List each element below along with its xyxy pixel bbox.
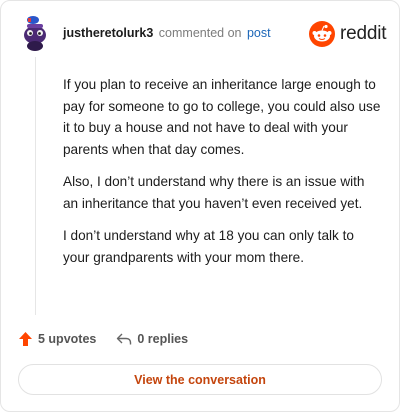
reddit-snoo-icon — [309, 21, 335, 47]
upvote-arrow-icon — [19, 332, 32, 346]
reddit-wordmark: reddit — [340, 23, 387, 44]
view-conversation-button[interactable]: View the conversation — [18, 364, 382, 395]
comment-paragraph-3: I don’t understand why at 18 you can onl… — [63, 228, 354, 265]
comment-actions: 5 upvotes 0 replies — [18, 331, 188, 347]
upvote-count: 5 upvotes — [38, 332, 97, 346]
upvote-button[interactable]: 5 upvotes — [18, 331, 96, 347]
comment-card: justheretolurk3 commented on post reddit… — [0, 0, 400, 412]
snoo-avatar-icon — [24, 16, 46, 51]
action-text: commented on — [158, 26, 242, 40]
reply-button[interactable]: 0 replies — [116, 332, 188, 346]
username-link[interactable]: justheretolurk3 — [63, 26, 153, 40]
post-link[interactable]: post — [247, 26, 271, 40]
comment-paragraph-2: Also, I don’t understand why there is an… — [63, 174, 365, 211]
reply-count: 0 replies — [137, 332, 189, 346]
reply-arrow-icon — [117, 333, 132, 345]
reddit-logo[interactable]: reddit — [309, 21, 387, 47]
comment-header: justheretolurk3 commented on post — [63, 26, 271, 40]
comment-paragraph-1: If you plan to receive an inheritance la… — [63, 77, 381, 157]
comment-body: If you plan to receive an inheritance la… — [63, 74, 383, 279]
thread-line — [35, 57, 36, 315]
user-avatar[interactable] — [20, 15, 50, 51]
